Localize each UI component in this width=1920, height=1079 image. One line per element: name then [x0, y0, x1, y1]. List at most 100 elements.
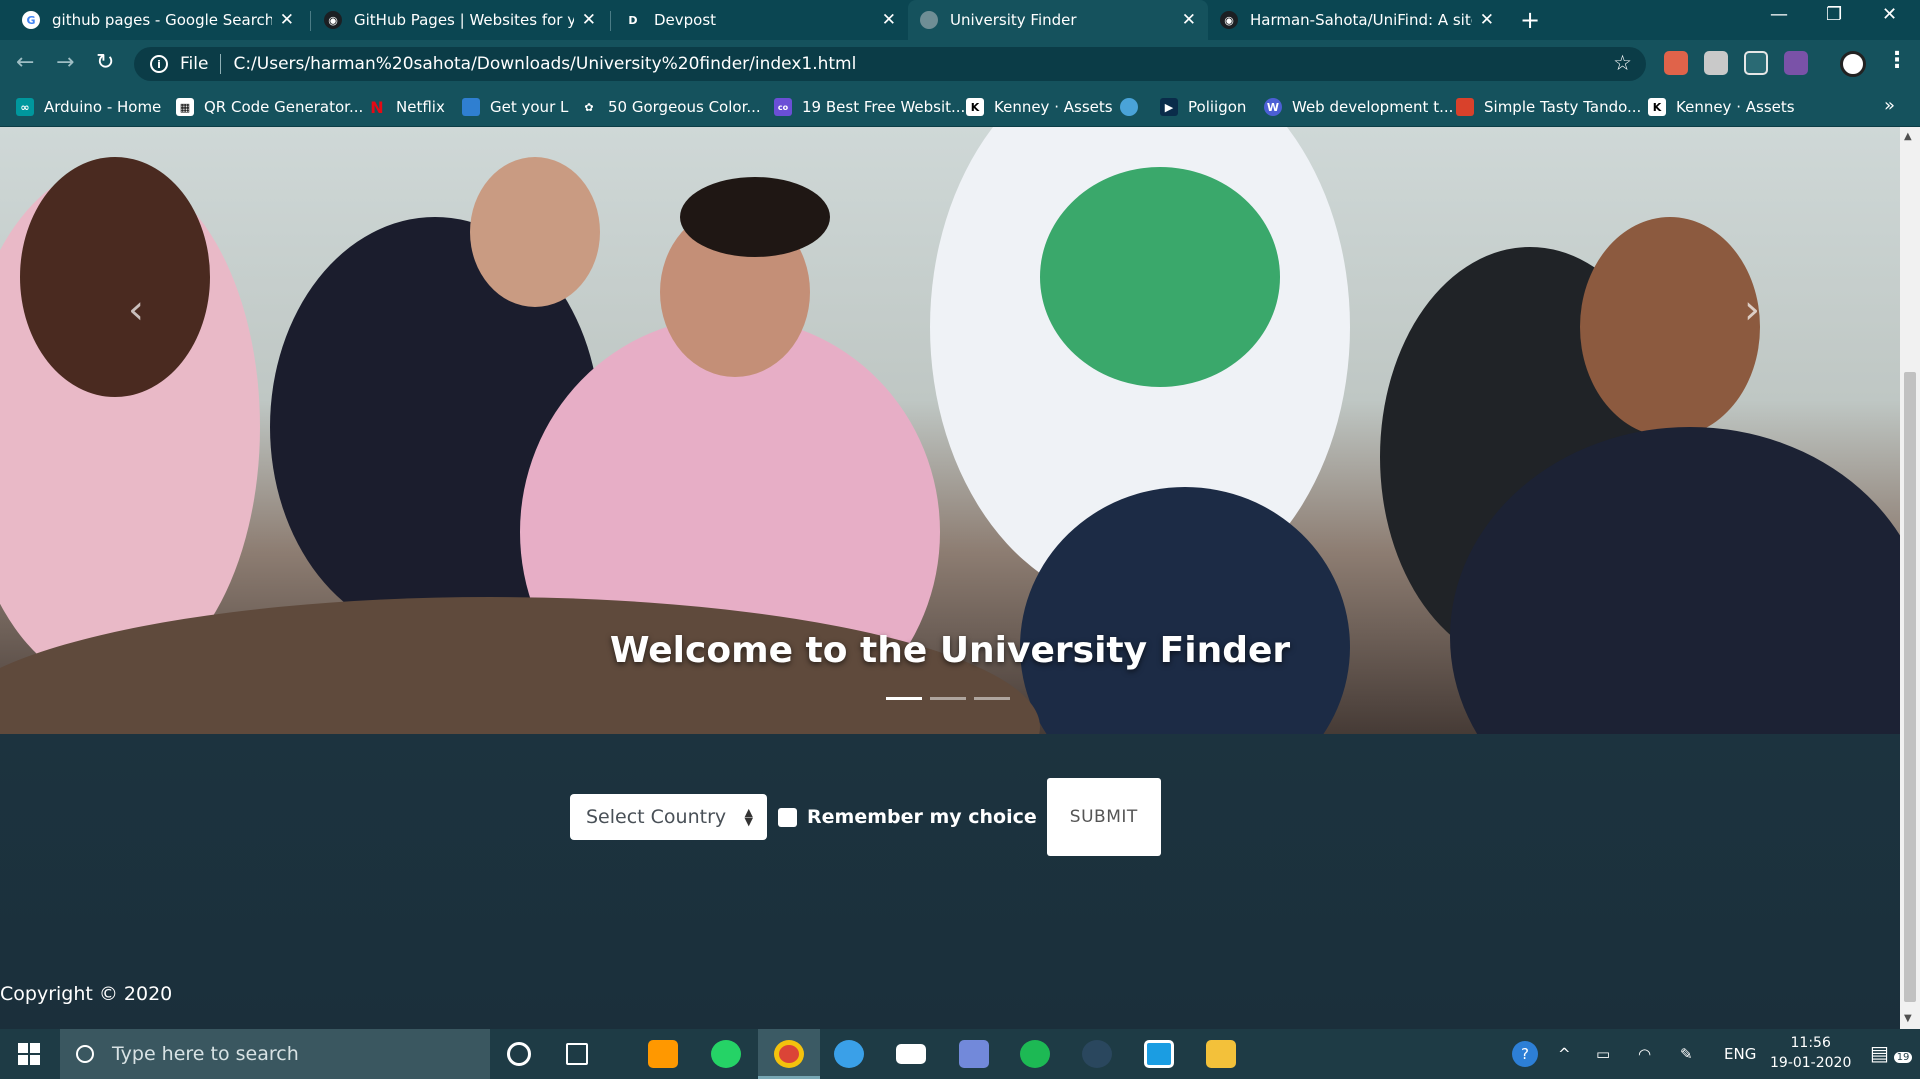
- windows-start-icon[interactable]: [18, 1043, 40, 1065]
- bookmark-poliigon[interactable]: ▶ Poliigon: [1160, 98, 1246, 116]
- clock-date: 19-01-2020: [1770, 1055, 1852, 1071]
- bookmark-kenney-assets[interactable]: K Kenney · Assets: [966, 98, 1113, 116]
- tab-devpost[interactable]: D Devpost ✕: [612, 0, 908, 40]
- select-arrows-icon: ▲ ▼: [744, 806, 753, 828]
- reload-icon[interactable]: ↻: [96, 50, 114, 75]
- pen-icon[interactable]: ✎: [1680, 1045, 1693, 1063]
- colorlib-icon: co: [774, 98, 792, 116]
- tab-unifind-repo[interactable]: ◉ Harman-Sahota/UniFind: A site b ✕: [1208, 0, 1506, 40]
- cortana-icon[interactable]: [507, 1042, 531, 1066]
- page-scrollbar[interactable]: ▲ ▼: [1900, 127, 1920, 1029]
- remember-checkbox[interactable]: [778, 807, 797, 827]
- bookmark-star-icon[interactable]: ☆: [1613, 51, 1632, 75]
- address-scheme: File: [180, 54, 209, 74]
- taskbar-search[interactable]: Type here to search: [60, 1029, 490, 1079]
- extension-color-icon[interactable]: [1664, 51, 1688, 75]
- bookmark-qr-code[interactable]: ▦ QR Code Generator...: [176, 98, 363, 116]
- carousel-prev-icon[interactable]: ‹: [128, 287, 144, 333]
- taskbar-search-placeholder: Type here to search: [112, 1043, 299, 1065]
- bookmark-label: Simple Tasty Tando...: [1484, 98, 1642, 116]
- address-bar[interactable]: i File C:/Users/harman%20sahota/Download…: [134, 47, 1646, 81]
- task-view-icon[interactable]: [566, 1043, 588, 1065]
- close-icon[interactable]: ✕: [582, 10, 596, 30]
- bookmark-netflix[interactable]: N Netflix: [368, 97, 445, 117]
- new-tab-plus-icon[interactable]: +: [1520, 6, 1540, 34]
- netflix-icon: N: [370, 97, 384, 117]
- extension-image-icon[interactable]: [1784, 51, 1808, 75]
- bookmarks-overflow-icon[interactable]: »: [1884, 95, 1895, 116]
- tab-title: Harman-Sahota/UniFind: A site b: [1250, 11, 1472, 29]
- battery-icon[interactable]: ▭: [1596, 1045, 1610, 1063]
- bookmark-color-schemes[interactable]: ✿ 50 Gorgeous Color...: [580, 98, 761, 116]
- sublime-text-icon[interactable]: [648, 1040, 678, 1068]
- page-viewport: ‹ › Welcome to the University Finder Sel…: [0, 127, 1900, 1029]
- submit-button[interactable]: SUBMIT: [1046, 778, 1161, 856]
- back-arrow-icon[interactable]: ←: [16, 50, 34, 75]
- carousel-indicator[interactable]: [886, 697, 922, 700]
- tab-university-finder[interactable]: University Finder ✕: [908, 0, 1208, 40]
- google-icon: G: [22, 11, 40, 29]
- info-icon[interactable]: i: [150, 55, 168, 73]
- close-icon[interactable]: ✕: [280, 10, 294, 30]
- bookmark-globe[interactable]: [1120, 98, 1148, 116]
- hero-caption: Welcome to the University Finder: [609, 630, 1291, 671]
- hero-photo-shape: [1580, 217, 1760, 437]
- devpost-icon: D: [628, 13, 638, 27]
- extension-grey-icon[interactable]: [1704, 51, 1728, 75]
- bookmark-get-your-l[interactable]: Get your L: [462, 98, 568, 116]
- extension-pen-icon[interactable]: [1744, 51, 1768, 75]
- bookmark-label: Arduino - Home: [44, 98, 162, 116]
- scrollbar-thumb[interactable]: [1904, 372, 1916, 1002]
- steam-icon[interactable]: [1082, 1040, 1112, 1068]
- tab-separator: [610, 11, 611, 31]
- palette-icon: ✿: [584, 100, 594, 114]
- close-icon[interactable]: ✕: [1182, 10, 1196, 30]
- scroll-up-icon[interactable]: ▲: [1904, 131, 1912, 142]
- file-explorer-icon[interactable]: [1206, 1040, 1236, 1068]
- remember-label[interactable]: Remember my choice: [807, 806, 1037, 828]
- clock-time: 11:56: [1790, 1035, 1831, 1051]
- carousel-indicator[interactable]: [974, 697, 1010, 700]
- app-icon[interactable]: [1144, 1040, 1174, 1068]
- wifi-icon[interactable]: ◠: [1638, 1045, 1651, 1063]
- carousel-next-icon[interactable]: ›: [1744, 287, 1760, 333]
- forward-arrow-icon[interactable]: →: [56, 50, 74, 75]
- browser-app-icon[interactable]: [834, 1040, 864, 1068]
- system-clock[interactable]: 11:56 19-01-2020: [1770, 1033, 1851, 1073]
- chrome-icon[interactable]: [774, 1040, 804, 1068]
- bookmark-tasty-tandoor[interactable]: Simple Tasty Tando...: [1456, 98, 1641, 116]
- minimize-icon[interactable]: —: [1770, 4, 1788, 25]
- country-select[interactable]: Select Country ▲ ▼: [570, 794, 767, 840]
- bookmark-web-development[interactable]: W Web development t...: [1264, 98, 1453, 116]
- close-icon[interactable]: ✕: [882, 10, 896, 30]
- tab-github-pages[interactable]: ◉ GitHub Pages | Websites for you ✕: [312, 0, 608, 40]
- scroll-down-icon[interactable]: ▼: [1904, 1013, 1912, 1024]
- bookmarks-bar: ∞ Arduino - Home ▦ QR Code Generator... …: [0, 89, 1920, 127]
- address-divider: [220, 54, 222, 74]
- bookmark-label: 19 Best Free Websit...: [802, 98, 966, 116]
- bookmark-free-websites[interactable]: co 19 Best Free Websit...: [774, 98, 965, 116]
- tab-title: Devpost: [654, 11, 717, 29]
- tab-google-search[interactable]: G github pages - Google Search ✕: [10, 0, 306, 40]
- address-url[interactable]: C:/Users/harman%20sahota/Downloads/Unive…: [233, 54, 856, 74]
- mail-icon[interactable]: [896, 1044, 926, 1064]
- bookmark-arduino[interactable]: ∞ Arduino - Home: [16, 98, 161, 116]
- help-icon[interactable]: ?: [1512, 1041, 1538, 1067]
- discord-icon[interactable]: [959, 1040, 989, 1068]
- profile-avatar[interactable]: [1840, 51, 1866, 77]
- spotify-icon[interactable]: [1020, 1040, 1050, 1068]
- close-icon[interactable]: ✕: [1480, 10, 1494, 30]
- language-indicator[interactable]: ENG: [1724, 1045, 1756, 1063]
- hero-photo-shape: [20, 157, 210, 397]
- menu-kebab-icon[interactable]: ⋮: [1886, 48, 1908, 73]
- window-close-icon[interactable]: ✕: [1882, 4, 1897, 25]
- bookmark-label: 50 Gorgeous Color...: [608, 98, 761, 116]
- country-select-value: Select Country: [586, 806, 727, 828]
- restore-icon[interactable]: ❐: [1826, 4, 1842, 25]
- tray-expand-icon[interactable]: ^: [1558, 1045, 1571, 1063]
- notification-center-icon[interactable]: ▤ 19: [1870, 1041, 1913, 1065]
- bookmark-kenney-assets-2[interactable]: K Kenney · Assets: [1648, 98, 1795, 116]
- tab-title: github pages - Google Search: [52, 11, 272, 29]
- whatsapp-icon[interactable]: [711, 1040, 741, 1068]
- carousel-indicator[interactable]: [930, 697, 966, 700]
